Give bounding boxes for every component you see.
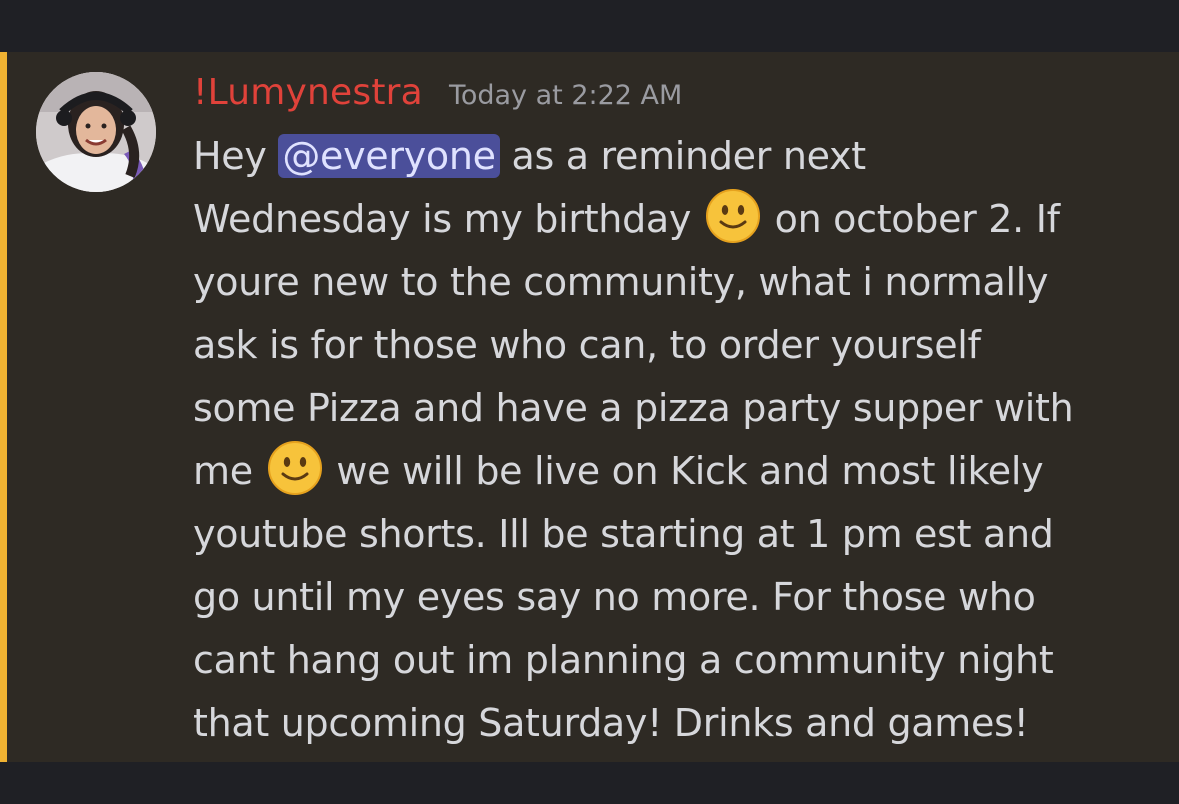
message-line: me we will be live on Kick and most like… — [193, 440, 1153, 503]
text-segment: me — [193, 449, 265, 493]
everyone-mention[interactable]: @everyone — [278, 134, 500, 178]
text-segment: on october 2. If — [762, 197, 1060, 241]
text-segment: Wednesday is my birthday — [193, 197, 703, 241]
text-segment: we will be live on Kick and most likely — [324, 449, 1044, 493]
slightly-smiling-face-emoji-icon[interactable] — [267, 440, 323, 496]
chat-message[interactable]: !Lumynestra Today at 2:22 AM Hey @everyo… — [0, 52, 1179, 762]
avatar-image — [36, 72, 156, 192]
message-line: Hey @everyone as a reminder next — [193, 125, 1153, 188]
message-header: !Lumynestra Today at 2:22 AM — [193, 72, 682, 122]
message-line: youre new to the community, what i norma… — [193, 260, 1049, 304]
message-line: youtube shorts. Ill be starting at 1 pm … — [193, 512, 1054, 556]
slightly-smiling-face-emoji-icon[interactable] — [705, 188, 761, 244]
author-name[interactable]: !Lumynestra — [193, 72, 423, 113]
message-line: cant hang out im planning a community ni… — [193, 638, 1054, 682]
message-content: Hey @everyone as a reminder next Wednesd… — [193, 125, 1153, 755]
message-timestamp[interactable]: Today at 2:22 AM — [449, 80, 682, 111]
text-segment: Hey — [193, 134, 279, 178]
text-segment: as a reminder next — [499, 134, 866, 178]
mention-highlight-bar — [0, 52, 7, 762]
avatar[interactable] — [36, 72, 156, 192]
message-line: that upcoming Saturday! Drinks and games… — [193, 701, 1029, 745]
message-line: some Pizza and have a pizza party supper… — [193, 386, 1074, 430]
message-line: Wednesday is my birthday on october 2. I… — [193, 188, 1153, 251]
bottom-band — [0, 762, 1179, 804]
message-line: ask is for those who can, to order yours… — [193, 323, 981, 367]
top-band — [0, 0, 1179, 52]
message-line: go until my eyes say no more. For those … — [193, 575, 1036, 619]
